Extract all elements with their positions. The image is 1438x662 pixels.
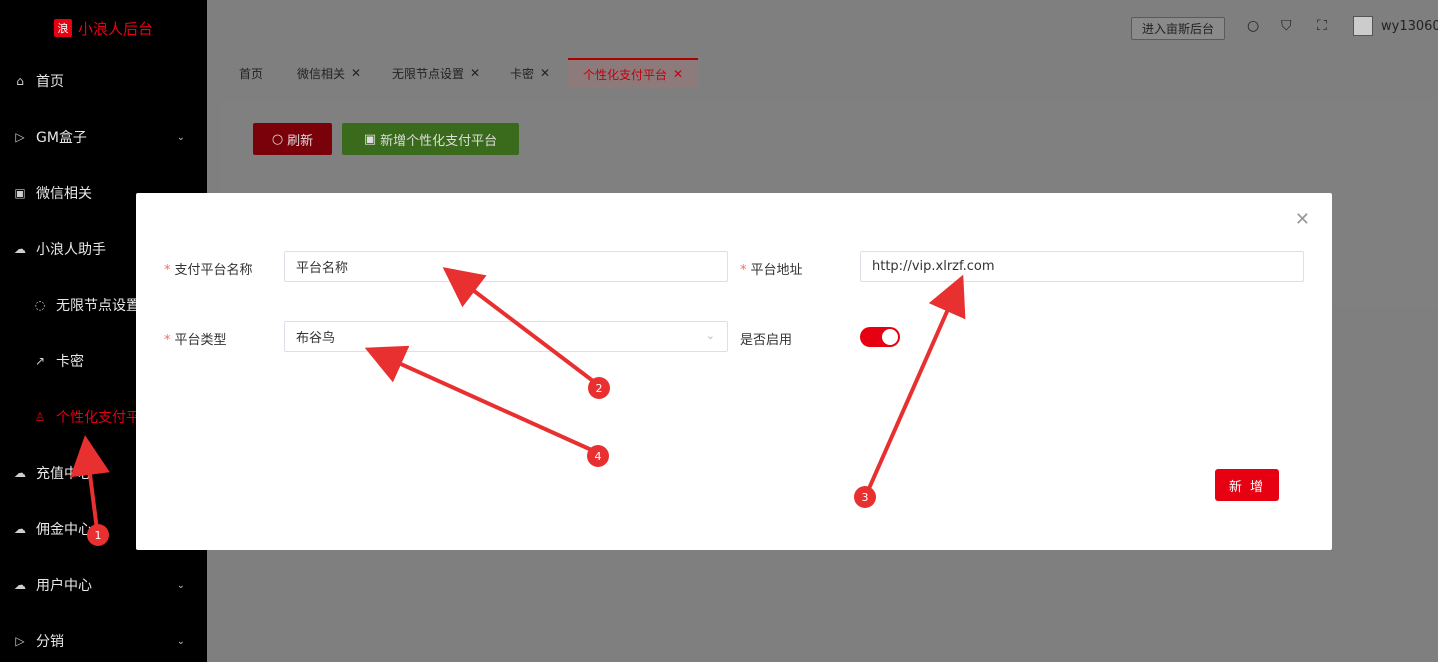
refresh-icon: ○ bbox=[271, 131, 284, 147]
close-icon[interactable]: ✕ bbox=[673, 67, 683, 81]
platform-name-label: * 支付平台名称 bbox=[164, 263, 253, 278]
shirt-icon[interactable]: ⛉ bbox=[1281, 18, 1292, 34]
sidebar-item-users[interactable]: ☁ 用户中心 ⌄ bbox=[0, 557, 207, 613]
search-icon[interactable]: ○ bbox=[1247, 18, 1259, 34]
tab-payment-platform[interactable]: 个性化支付平台 ✕ bbox=[568, 58, 698, 88]
annotation-badge-1: 1 bbox=[87, 524, 109, 546]
add-platform-button[interactable]: ▣ 新增个性化支付平台 bbox=[342, 123, 519, 155]
chart-icon: ▣ bbox=[14, 186, 26, 200]
platform-url-label: * 平台地址 bbox=[740, 263, 803, 278]
chevron-down-icon: ⌄ bbox=[176, 635, 185, 647]
cloud-icon: ☁ bbox=[14, 466, 26, 480]
home-icon: ⌂ bbox=[16, 74, 24, 88]
cloud-icon: ☁ bbox=[14, 242, 26, 256]
refresh-label: 刷新 bbox=[287, 133, 314, 149]
required-mark: * bbox=[164, 263, 171, 278]
tab-wechat[interactable]: 微信相关 ✕ bbox=[289, 58, 369, 88]
cloud-icon: ☁ bbox=[14, 578, 26, 592]
close-icon[interactable]: ✕ bbox=[351, 66, 361, 80]
platform-type-select[interactable]: 布谷鸟 ⌄ bbox=[284, 321, 728, 352]
enabled-toggle[interactable] bbox=[860, 327, 900, 347]
required-mark: * bbox=[740, 263, 747, 278]
user-icon: ♙ bbox=[34, 410, 46, 424]
fullscreen-icon[interactable]: ⛶ bbox=[1317, 18, 1327, 34]
sidebar-item-label: 卡密 bbox=[56, 354, 84, 370]
close-icon[interactable]: ✕ bbox=[1295, 211, 1310, 229]
brand: 浪 小浪人后台 bbox=[0, 0, 207, 56]
username[interactable]: wy13060 bbox=[1381, 19, 1438, 34]
brand-logo-icon: 浪 bbox=[53, 19, 72, 37]
enter-admin-button[interactable]: 进入亩斯后台 bbox=[1131, 17, 1226, 40]
sidebar-item-label: GM盒子 bbox=[36, 130, 87, 146]
sidebar-item-label: 微信相关 bbox=[36, 186, 92, 202]
sidebar-item-label: 用户中心 bbox=[36, 578, 92, 594]
toggle-knob bbox=[882, 329, 898, 345]
submit-add-button[interactable]: 新 增 bbox=[1215, 469, 1279, 501]
sidebar-item-distribution[interactable]: ▷ 分销 ⌄ bbox=[0, 613, 207, 662]
sidebar-item-home[interactable]: ⌂ 首页 bbox=[0, 53, 207, 109]
sidebar-item-label: 分销 bbox=[36, 634, 64, 650]
brand-title: 小浪人后台 bbox=[77, 19, 153, 38]
tab-label: 微信相关 bbox=[296, 66, 345, 81]
add-platform-label: 新增个性化支付平台 bbox=[380, 133, 498, 149]
close-icon[interactable]: ✕ bbox=[540, 66, 550, 80]
tab-label: 卡密 bbox=[509, 66, 534, 81]
play-icon: ▷ bbox=[15, 634, 25, 648]
external-link-icon: ↗ bbox=[34, 354, 46, 368]
sidebar-item-label: 小浪人助手 bbox=[36, 242, 106, 258]
chevron-down-icon: ⌄ bbox=[176, 131, 185, 143]
chevron-down-icon: ⌄ bbox=[176, 579, 185, 591]
annotation-badge-3: 3 bbox=[854, 486, 876, 508]
add-platform-dialog: ✕ * 支付平台名称 平台名称 * 平台地址 http://vip.xlrzf.co… bbox=[136, 193, 1332, 550]
platform-url-input[interactable]: http://vip.xlrzf.com bbox=[860, 251, 1304, 282]
top-header: 进入亩斯后台 ○ ⛉ ⛶ wy13060 bbox=[207, 0, 1438, 56]
tab-label: 无限节点设置 bbox=[391, 66, 464, 81]
sidebar-item-label: 佣金中心 bbox=[36, 522, 92, 538]
tab-node-settings[interactable]: 无限节点设置 ✕ bbox=[385, 58, 487, 88]
tab-home[interactable]: 首页 bbox=[225, 58, 277, 88]
folder-add-icon: ▣ bbox=[363, 131, 377, 147]
tab-label: 首页 bbox=[238, 66, 263, 81]
platform-name-input[interactable]: 平台名称 bbox=[284, 251, 728, 282]
platform-type-label: * 平台类型 bbox=[164, 333, 227, 348]
close-icon[interactable]: ✕ bbox=[470, 66, 480, 80]
annotation-badge-2: 2 bbox=[588, 377, 610, 399]
tab-bar: 首页 微信相关 ✕ 无限节点设置 ✕ 卡密 ✕ 个性化支付平台 ✕ bbox=[207, 56, 1438, 88]
play-icon: ▷ bbox=[15, 130, 25, 144]
chat-icon: ◌ bbox=[34, 298, 46, 312]
chevron-down-icon: ⌄ bbox=[705, 329, 715, 342]
enabled-label: 是否启用 bbox=[740, 333, 793, 348]
sidebar-item-gm-box[interactable]: ▷ GM盒子 ⌄ bbox=[0, 109, 207, 165]
avatar[interactable] bbox=[1353, 16, 1373, 36]
annotation-badge-4: 4 bbox=[587, 445, 609, 467]
refresh-button[interactable]: ○ 刷新 bbox=[253, 123, 332, 155]
sidebar-item-label: 充值中心 bbox=[36, 466, 92, 482]
tab-label: 个性化支付平台 bbox=[582, 67, 667, 82]
sidebar-item-label: 首页 bbox=[36, 74, 64, 90]
required-mark: * bbox=[164, 333, 171, 348]
sidebar-item-label: 无限节点设置 bbox=[56, 298, 140, 314]
cloud-icon: ☁ bbox=[14, 522, 26, 536]
tab-card-key[interactable]: 卡密 ✕ bbox=[504, 58, 556, 88]
